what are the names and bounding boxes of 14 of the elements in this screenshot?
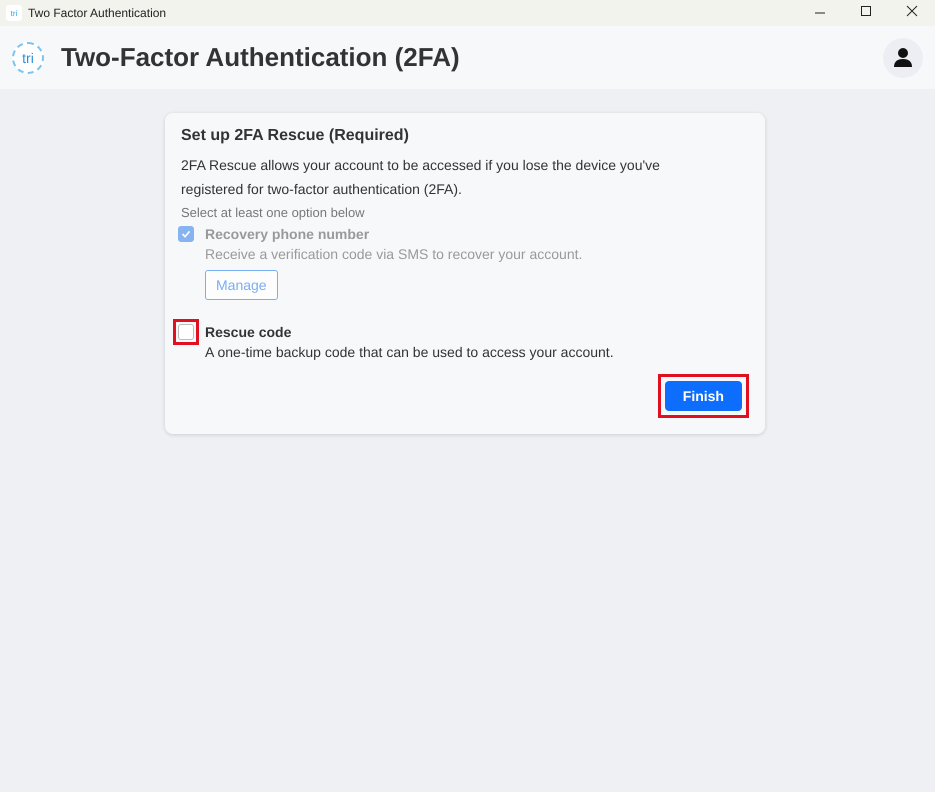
app-logo: tri (6, 5, 22, 21)
page-title: Two-Factor Authentication (2FA) (61, 42, 461, 73)
option-description: Receive a verification code via SMS to recover your account. (205, 246, 584, 262)
description-text: 2FA Rescue allows your account to be accessed if you lose the device you've registered for two-factor authentication (2FA). (181, 156, 661, 199)
option-label: Rescue code (205, 324, 292, 340)
finish-button[interactable]: Finish (664, 381, 742, 411)
hint-text: Select at least one option below (181, 205, 366, 220)
window-title: Two Factor Authentication (28, 6, 168, 20)
user-avatar-icon[interactable] (883, 38, 923, 78)
checkbox[interactable] (178, 324, 194, 340)
option-label: Recovery phone number (205, 226, 370, 242)
card-title: Set up 2FA Rescue (Required) (181, 127, 410, 145)
option-description: A one-time backup code that can be used to access your account. (205, 344, 615, 360)
app-logo: tri (12, 42, 44, 74)
